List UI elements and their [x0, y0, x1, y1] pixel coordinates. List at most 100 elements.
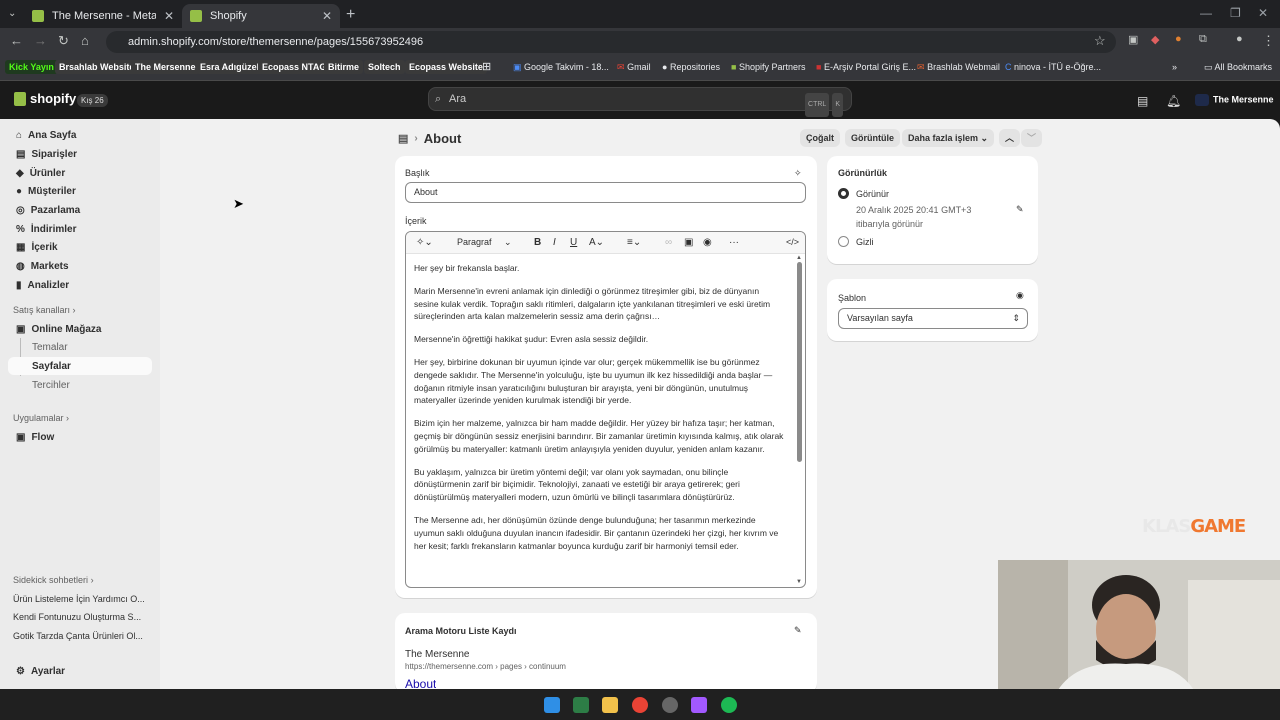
shopify-logo[interactable]: shopify — [14, 91, 76, 106]
bookmark-brashlab-webmail[interactable]: ✉ Brashlab Webmail — [917, 60, 1000, 74]
browser-menu-icon[interactable]: ⋮ — [1262, 33, 1275, 49]
nav-content[interactable]: ▦ İçerik — [16, 238, 58, 256]
scroll-down-icon[interactable]: ▼ — [796, 579, 802, 585]
next-page-button[interactable]: ﹀ — [1021, 129, 1043, 147]
bookmark-gmail[interactable]: ✉ Gmail — [617, 60, 651, 74]
nav-home[interactable]: ⌂ Ana Sayfa — [16, 126, 76, 144]
tab-mersenne[interactable]: The Mersenne - Meta nesne tan ✕ — [24, 4, 182, 28]
bold-icon[interactable]: B — [534, 237, 541, 248]
template-select[interactable]: Varsayılan sayfa ⇕ — [838, 308, 1028, 329]
inbox-icon[interactable]: ▤ — [1137, 94, 1148, 108]
bookmark-earsiv[interactable]: ■ E-Arşiv Portal Giriş E... — [816, 60, 916, 74]
bookmark-google-calendar[interactable]: ▣ Google Takvim - 18... — [513, 60, 609, 74]
home-icon[interactable]: ⌂ — [81, 33, 89, 48]
bookmark-ecopass-ntag[interactable]: Ecopass NTAG — [258, 60, 331, 74]
pages-icon[interactable]: ▤ — [398, 132, 408, 145]
editor-scrollbar[interactable] — [797, 262, 802, 462]
code-view-icon[interactable]: </> — [786, 237, 799, 247]
duplicate-button[interactable]: Çoğalt — [800, 129, 840, 147]
profile-avatar-icon[interactable]: ● — [1236, 33, 1243, 45]
sidekick-chat[interactable]: Kendi Fontunuzu Oluşturma S... — [13, 612, 141, 622]
url-field[interactable]: admin.shopify.com/store/themersenne/page… — [106, 31, 1116, 53]
bookmark-soltech[interactable]: Soltech — [364, 60, 405, 74]
bookmark-esra[interactable]: Esra Adıgüzel — [196, 60, 264, 74]
sales-channels-heading[interactable]: Satış kanalları › — [13, 305, 76, 315]
bookmark-mersenne[interactable]: The Mersenne — [131, 60, 200, 74]
more-actions-button[interactable]: Daha fazla işlem ⌄ — [902, 129, 995, 147]
link-icon[interactable]: ∞ — [665, 237, 672, 248]
bookmark-brsahlab[interactable]: Brsahlab Website — [55, 60, 139, 74]
bookmark-ecopass-website[interactable]: Ecopass Website — [405, 60, 487, 74]
view-button[interactable]: Görüntüle — [845, 129, 900, 147]
forward-icon[interactable]: → — [34, 33, 47, 48]
minimize-icon[interactable]: — — [1200, 6, 1212, 20]
sidekick-chat[interactable]: Gotik Tarzda Çanta Ürünleri Ol... — [13, 631, 143, 641]
extension-color-icon[interactable]: ◆ — [1151, 33, 1159, 46]
format-select[interactable]: Paragraf ⌄ — [457, 237, 512, 248]
new-tab-icon[interactable]: + — [346, 6, 355, 24]
store-menu[interactable]: The Mersenne — [1195, 94, 1274, 106]
nav-markets[interactable]: ◍ Markets — [16, 257, 69, 275]
windows-start-icon[interactable] — [544, 697, 560, 713]
tab-shopify[interactable]: Shopify ✕ — [182, 4, 340, 28]
nav-settings[interactable]: ⚙ Ayarlar — [16, 662, 65, 680]
more-tools-icon[interactable]: ··· — [729, 237, 739, 248]
bookmark-repositories[interactable]: ● Repositories — [662, 60, 720, 74]
nav-products[interactable]: ◆ Ürünler — [16, 164, 65, 182]
ai-sparkle-icon[interactable]: ✧ — [794, 168, 802, 179]
edit-pencil-icon[interactable]: ✎ — [1016, 204, 1024, 215]
bookmark-bitirme[interactable]: Bitirme — [324, 60, 364, 74]
app-icon[interactable] — [573, 697, 589, 713]
back-icon[interactable]: ← — [10, 33, 23, 48]
bookmark-kick[interactable]: Kick Yayın — [5, 60, 58, 74]
more-bookmarks-icon[interactable]: » — [1172, 60, 1177, 74]
edit-pencil-icon[interactable]: ✎ — [794, 625, 802, 636]
github-desktop-icon[interactable] — [662, 697, 678, 713]
spotify-icon[interactable] — [721, 697, 737, 713]
nav-customers[interactable]: ● Müşteriler — [16, 182, 76, 200]
align-icon[interactable]: ≡⌄ — [627, 237, 641, 248]
close-tab-icon[interactable]: ✕ — [322, 9, 332, 23]
nav-orders[interactable]: ▤ Siparişler — [16, 145, 77, 163]
scroll-up-icon[interactable]: ▲ — [796, 255, 802, 261]
title-input[interactable]: About — [405, 182, 806, 203]
notifications-bell-icon[interactable]: 🔔︎ — [1166, 94, 1181, 108]
sidekick-chat[interactable]: Ürün Listeleme İçin Yardımcı O... — [13, 594, 145, 604]
chrome-icon[interactable] — [632, 697, 648, 713]
figma-icon[interactable] — [691, 697, 707, 713]
close-tab-icon[interactable]: ✕ — [164, 9, 174, 23]
hidden-radio[interactable] — [838, 236, 849, 247]
italic-icon[interactable]: I — [553, 237, 556, 248]
previous-page-button[interactable]: ︿ — [999, 129, 1021, 147]
eye-icon[interactable]: ◉ — [1016, 290, 1024, 301]
tab-search-icon[interactable]: ⌄ — [8, 8, 16, 19]
image-icon[interactable]: ▣ — [684, 237, 693, 248]
editor-content[interactable]: Her şey bir frekansla başlar. Marin Mers… — [414, 262, 786, 562]
all-bookmarks[interactable]: ▭ All Bookmarks — [1204, 60, 1272, 74]
reload-icon[interactable]: ↻ — [58, 33, 69, 49]
nav-pages[interactable]: Sayfalar — [32, 361, 71, 372]
bookmark-star-icon[interactable]: ☆ — [1094, 33, 1106, 49]
apps-heading[interactable]: Uygulamalar › — [13, 413, 69, 423]
video-icon[interactable]: ◉ — [703, 237, 712, 248]
nav-themes[interactable]: Temalar — [32, 342, 68, 353]
file-explorer-icon[interactable] — [602, 697, 618, 713]
extensions-puzzle-icon[interactable]: ⧉ — [1199, 33, 1207, 46]
nav-discounts[interactable]: % İndirimler — [16, 220, 76, 238]
nav-online-store[interactable]: ▣ Online Mağaza — [16, 320, 101, 338]
nav-marketing[interactable]: ◎ Pazarlama — [16, 201, 80, 219]
nav-preferences[interactable]: Tercihler — [32, 380, 70, 391]
nav-analytics[interactable]: ▮ Analizler — [16, 276, 69, 294]
bookmark-shopify-partners[interactable]: ■ Shopify Partners — [731, 60, 806, 74]
nav-flow[interactable]: ▣ Flow — [16, 428, 54, 446]
search-input[interactable]: ⌕ Ara CTRL K — [428, 87, 852, 117]
bookmark-ninova[interactable]: C ninova - İTÜ e-Öğre... — [1005, 60, 1101, 74]
ai-magic-icon[interactable]: ✧⌄ — [416, 237, 433, 248]
extension-orange-icon[interactable]: ● — [1175, 33, 1182, 45]
apps-grid-icon[interactable]: ⊞ — [482, 60, 491, 74]
extension-icon[interactable]: ▣ — [1128, 33, 1138, 46]
underline-icon[interactable]: U — [570, 237, 577, 248]
sidekick-heading[interactable]: Sidekick sohbetleri › — [13, 575, 94, 585]
rich-text-editor[interactable]: ✧⌄ Paragraf ⌄ B I U A⌄ ≡⌄ ∞ ▣ ◉ ··· </> … — [405, 231, 806, 588]
text-color-icon[interactable]: A⌄ — [589, 237, 604, 248]
